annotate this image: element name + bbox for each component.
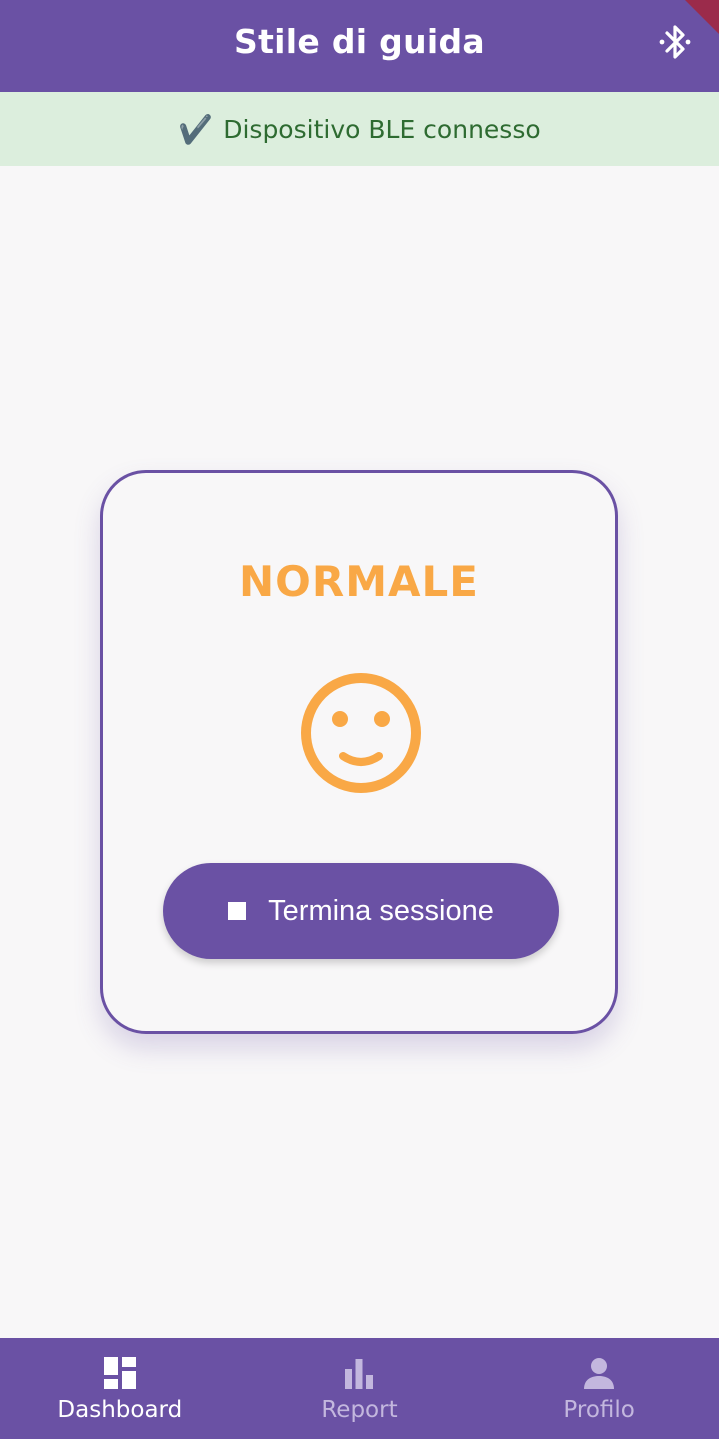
nav-label-dashboard: Dashboard xyxy=(57,1396,183,1423)
nav-label-report: Report xyxy=(321,1396,398,1423)
nav-item-report[interactable]: Report xyxy=(259,1338,459,1439)
app-screen: Stile di guida ✔️ Dispositivo BLE connes… xyxy=(0,0,719,1439)
bottom-navigation: Dashboard Report Profilo xyxy=(0,1338,719,1439)
nav-item-profilo[interactable]: Profilo xyxy=(499,1338,699,1439)
dashboard-icon xyxy=(103,1356,136,1389)
person-icon xyxy=(584,1357,615,1389)
bar-chart-icon xyxy=(345,1358,374,1389)
end-session-button[interactable]: Termina sessione xyxy=(163,863,559,959)
driving-style-card: NORMALE Termina sessione xyxy=(100,470,618,1034)
debug-ribbon xyxy=(685,0,719,34)
driving-style-status: NORMALE xyxy=(239,557,479,606)
connection-status-text: Dispositivo BLE connesso xyxy=(223,114,541,144)
nav-label-profilo: Profilo xyxy=(563,1396,635,1423)
smiley-face-icon xyxy=(301,673,421,793)
connection-status-banner: ✔️ Dispositivo BLE connesso xyxy=(0,92,719,166)
app-bar: Stile di guida xyxy=(0,0,719,92)
stop-icon xyxy=(228,902,247,920)
page-title: Stile di guida xyxy=(234,21,485,61)
check-icon: ✔️ xyxy=(178,112,214,146)
nav-item-dashboard[interactable]: Dashboard xyxy=(20,1338,220,1439)
end-session-label: Termina sessione xyxy=(268,894,494,927)
